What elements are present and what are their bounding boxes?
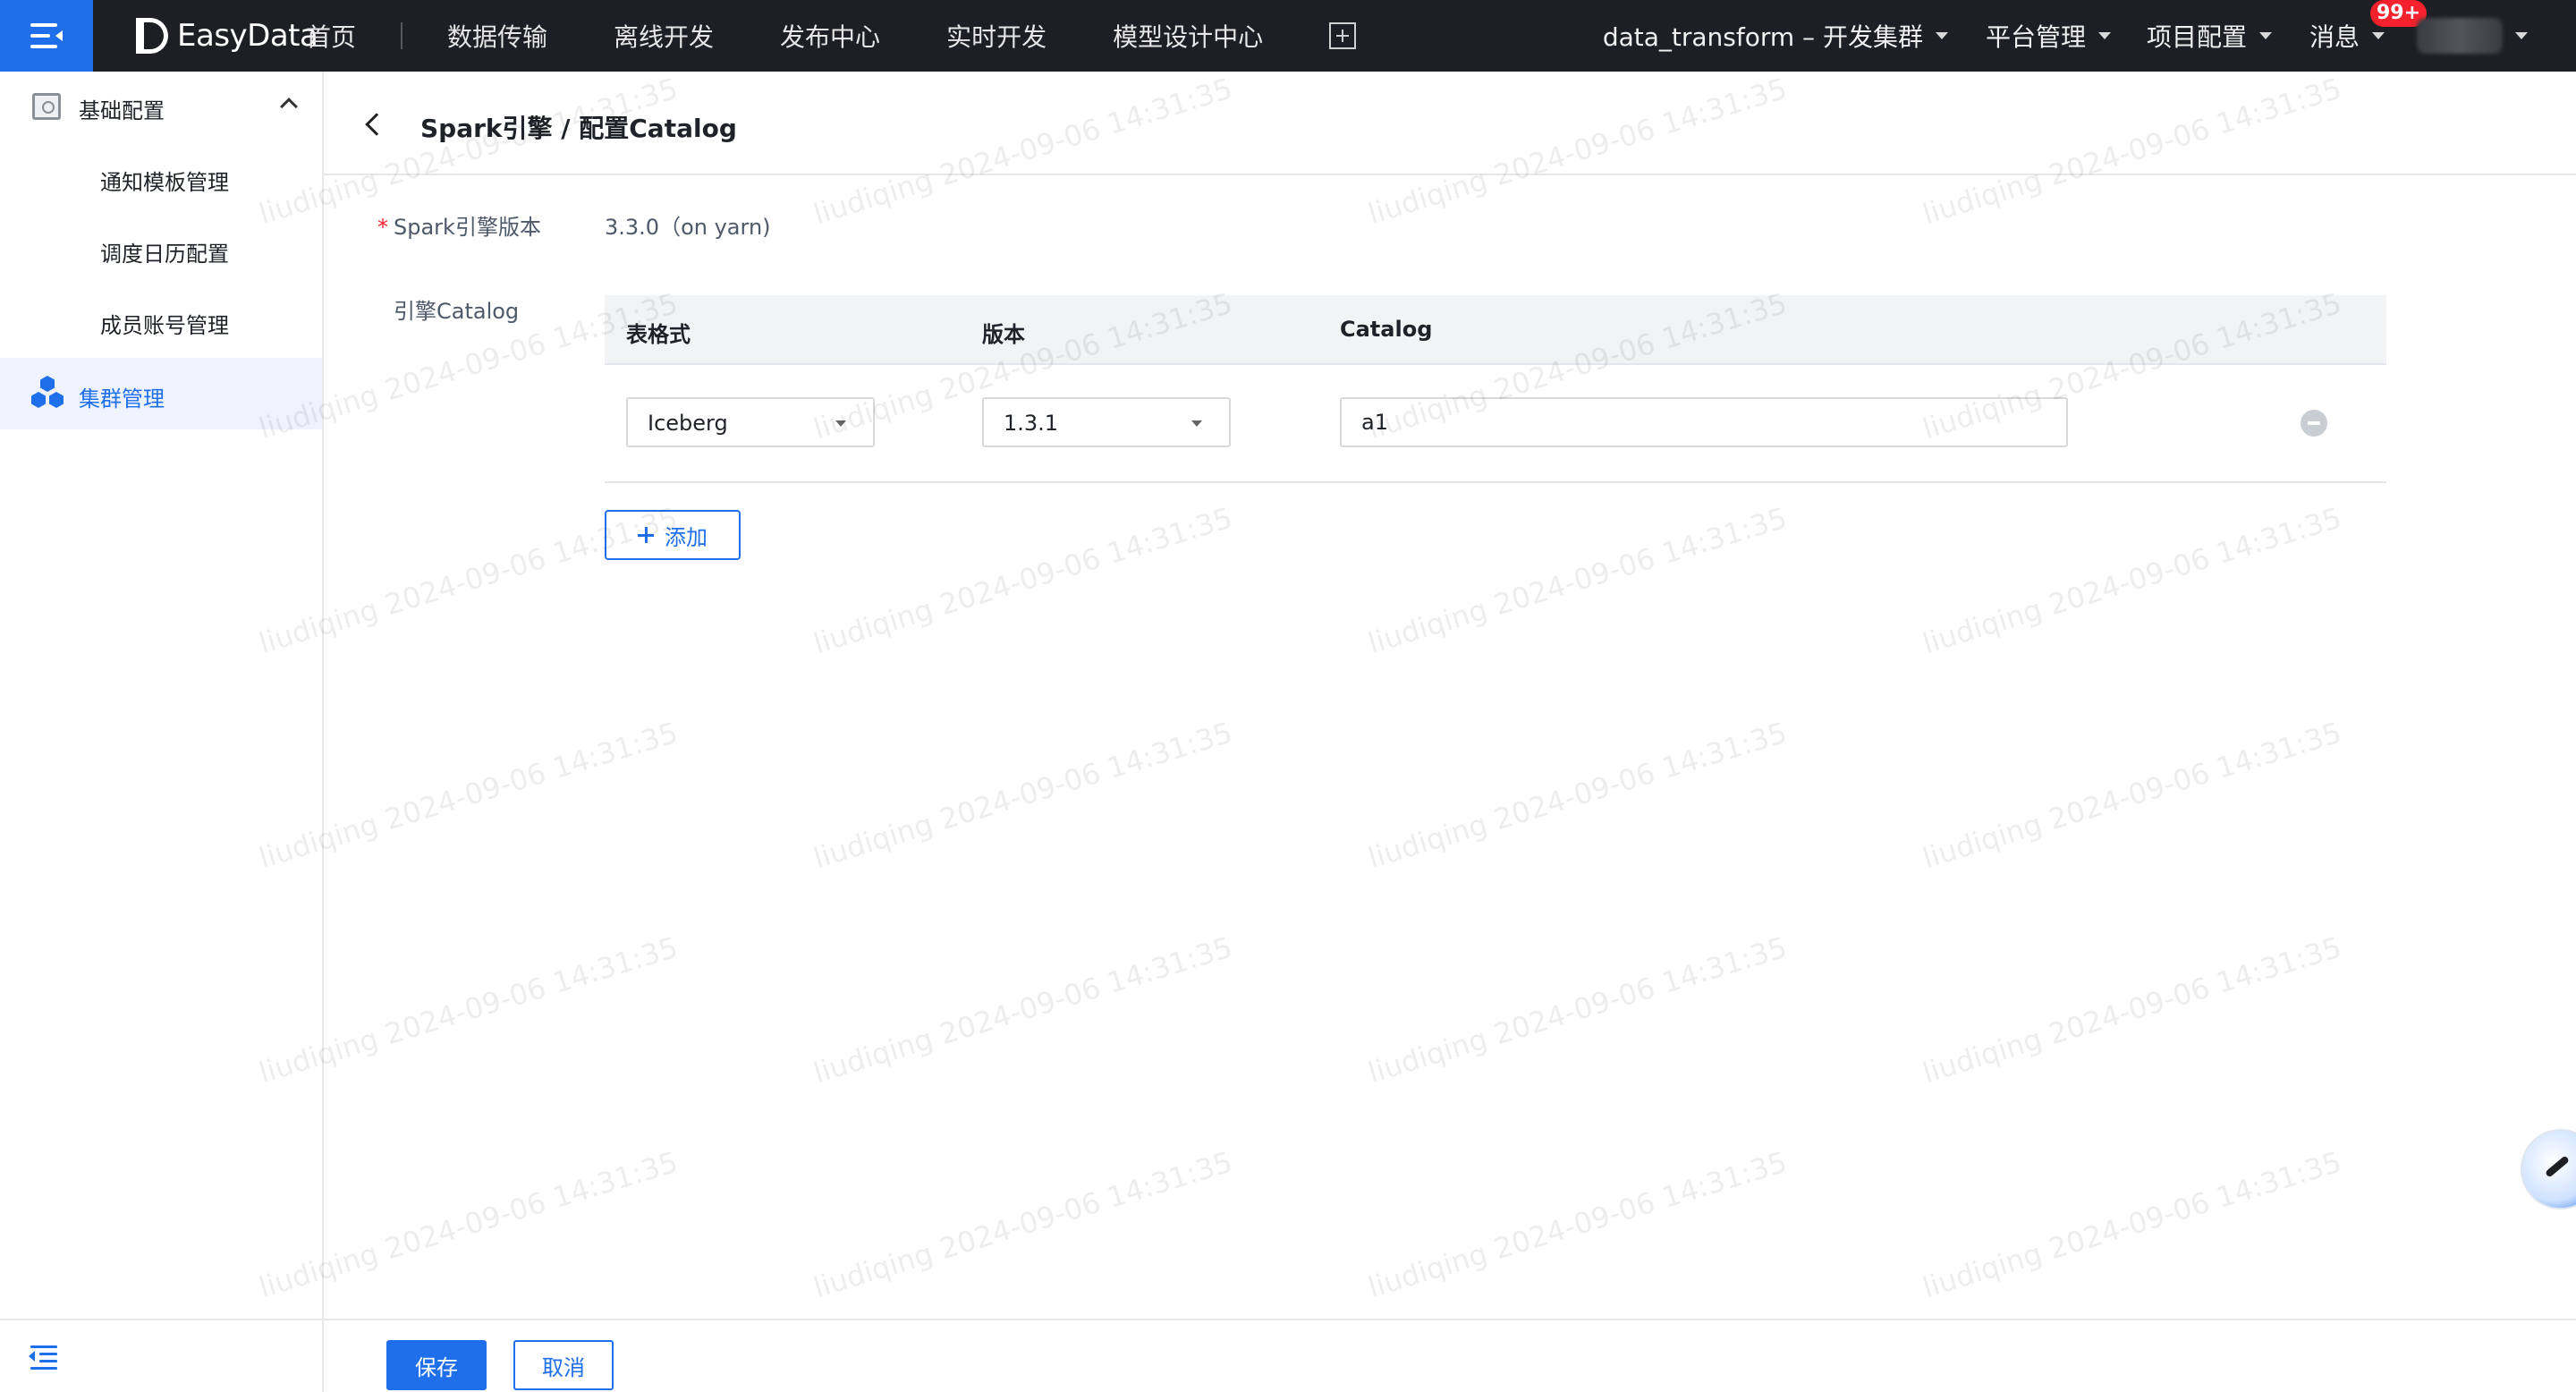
project-config-label: 项目配置 <box>2146 22 2247 52</box>
form-footer: 保存 取消 <box>324 1319 2576 1392</box>
nav-item-offline-dev[interactable]: 离线开发 <box>614 18 714 54</box>
nav-right: data_transform – 开发集群 平台管理 项目配置 消息 99+ <box>1603 0 2576 72</box>
plus-icon <box>638 527 654 543</box>
version-select-value: 1.3.1 <box>1004 411 1059 436</box>
sidebar-item-cluster-management[interactable]: 集群管理 <box>0 358 322 429</box>
caret-down-icon <box>2372 32 2385 39</box>
cluster-icon <box>30 376 64 410</box>
column-header-version: 版本 <box>982 322 1025 347</box>
save-button[interactable]: 保存 <box>386 1340 487 1390</box>
sidebar-group-label: 基础配置 <box>79 98 165 123</box>
remove-row-icon[interactable] <box>2301 410 2327 437</box>
add-row-button[interactable]: 添加 <box>605 510 741 560</box>
platform-menu-label: 平台管理 <box>1985 22 2086 52</box>
format-select[interactable]: Iceberg <box>626 397 875 447</box>
caret-down-icon <box>2515 32 2528 39</box>
nav-item-realtime-dev[interactable]: 实时开发 <box>946 18 1046 54</box>
nav-divider <box>401 22 403 49</box>
logo[interactable]: EasyData <box>136 16 318 55</box>
project-config-menu[interactable]: 项目配置 <box>2147 18 2272 54</box>
catalog-table: 表格式 版本 Catalog Iceberg 1.3.1 <box>605 295 2386 483</box>
format-select-value: Iceberg <box>648 411 728 436</box>
column-header-catalog: Catalog <box>1340 317 1433 342</box>
table-row: Iceberg 1.3.1 <box>605 365 2386 483</box>
page-title: Spark引擎 / 配置Catalog <box>420 114 737 143</box>
nav-item-home[interactable]: 首页 <box>306 18 356 54</box>
messages-label: 消息 <box>2309 22 2360 52</box>
sidebar-item-label: 通知模板管理 <box>100 170 229 195</box>
sidebar-item-label: 调度日历配置 <box>100 242 229 267</box>
add-shortcut-icon[interactable] <box>1329 22 1357 49</box>
collapse-sidebar-icon[interactable] <box>29 1344 57 1370</box>
table-header: 表格式 版本 Catalog <box>605 295 2386 365</box>
user-menu[interactable] <box>2417 18 2528 54</box>
back-arrow-icon[interactable] <box>365 113 388 136</box>
messages-menu[interactable]: 消息 99+ <box>2309 0 2428 54</box>
dropdown-arrow-icon <box>1191 420 1202 427</box>
required-marker: * <box>377 215 388 240</box>
main-content: Spark引擎 / 配置Catalog * Spark引擎版本 3.3.0（on … <box>324 72 2576 1392</box>
sidebar-item-member-accounts[interactable]: 成员账号管理 <box>0 284 322 356</box>
project-selector-label: data_transform – 开发集群 <box>1602 22 1923 52</box>
chevron-up-icon <box>280 98 298 115</box>
avatar <box>2417 18 2503 54</box>
engine-version-label-text: Spark引擎版本 <box>394 215 541 240</box>
sidebar-item-label: 成员账号管理 <box>100 313 229 338</box>
logo-text: EasyData <box>177 18 318 54</box>
platform-menu[interactable]: 平台管理 <box>1986 18 2111 54</box>
caret-down-icon <box>1935 32 1948 39</box>
sidebar-divider <box>0 1319 322 1320</box>
sidebar-item-schedule-calendar[interactable]: 调度日历配置 <box>0 213 322 284</box>
main-nav: 首页 数据传输 离线开发 发布中心 实时开发 模型设计中心 <box>306 0 1357 72</box>
top-navbar: EasyData 首页 数据传输 离线开发 发布中心 实时开发 模型设计中心 d… <box>0 0 2576 72</box>
sidebar-group-basic-config[interactable]: 基础配置 <box>0 72 322 141</box>
column-header-format: 表格式 <box>626 322 691 347</box>
cancel-button[interactable]: 取消 <box>513 1340 614 1390</box>
menu-icon <box>30 23 63 48</box>
engine-version-value: 3.3.0（on yarn) <box>605 215 771 240</box>
logo-icon <box>136 18 168 54</box>
menu-toggle-button[interactable] <box>0 0 93 72</box>
catalog-input[interactable] <box>1340 397 2068 447</box>
nav-item-data-transfer[interactable]: 数据传输 <box>447 18 547 54</box>
caret-down-icon <box>2258 32 2272 39</box>
sidebar-item-label: 集群管理 <box>79 386 165 412</box>
nav-item-release-center[interactable]: 发布中心 <box>780 18 880 54</box>
sidebar-item-notify-template[interactable]: 通知模板管理 <box>0 141 322 213</box>
dropdown-arrow-icon <box>835 420 846 427</box>
engine-catalog-label: 引擎Catalog <box>394 299 520 324</box>
nav-item-model-design[interactable]: 模型设计中心 <box>1113 18 1263 54</box>
sidebar: 基础配置 通知模板管理 调度日历配置 成员账号管理 集群管理 <box>0 72 324 1392</box>
caret-down-icon <box>2097 32 2111 39</box>
page-header: Spark引擎 / 配置Catalog <box>324 72 2576 175</box>
settings-panel-icon <box>32 93 61 120</box>
project-selector[interactable]: data_transform – 开发集群 <box>1603 18 1948 54</box>
engine-version-label: * Spark引擎版本 <box>377 209 541 241</box>
add-row-label: 添加 <box>665 524 708 550</box>
version-select[interactable]: 1.3.1 <box>982 397 1231 447</box>
